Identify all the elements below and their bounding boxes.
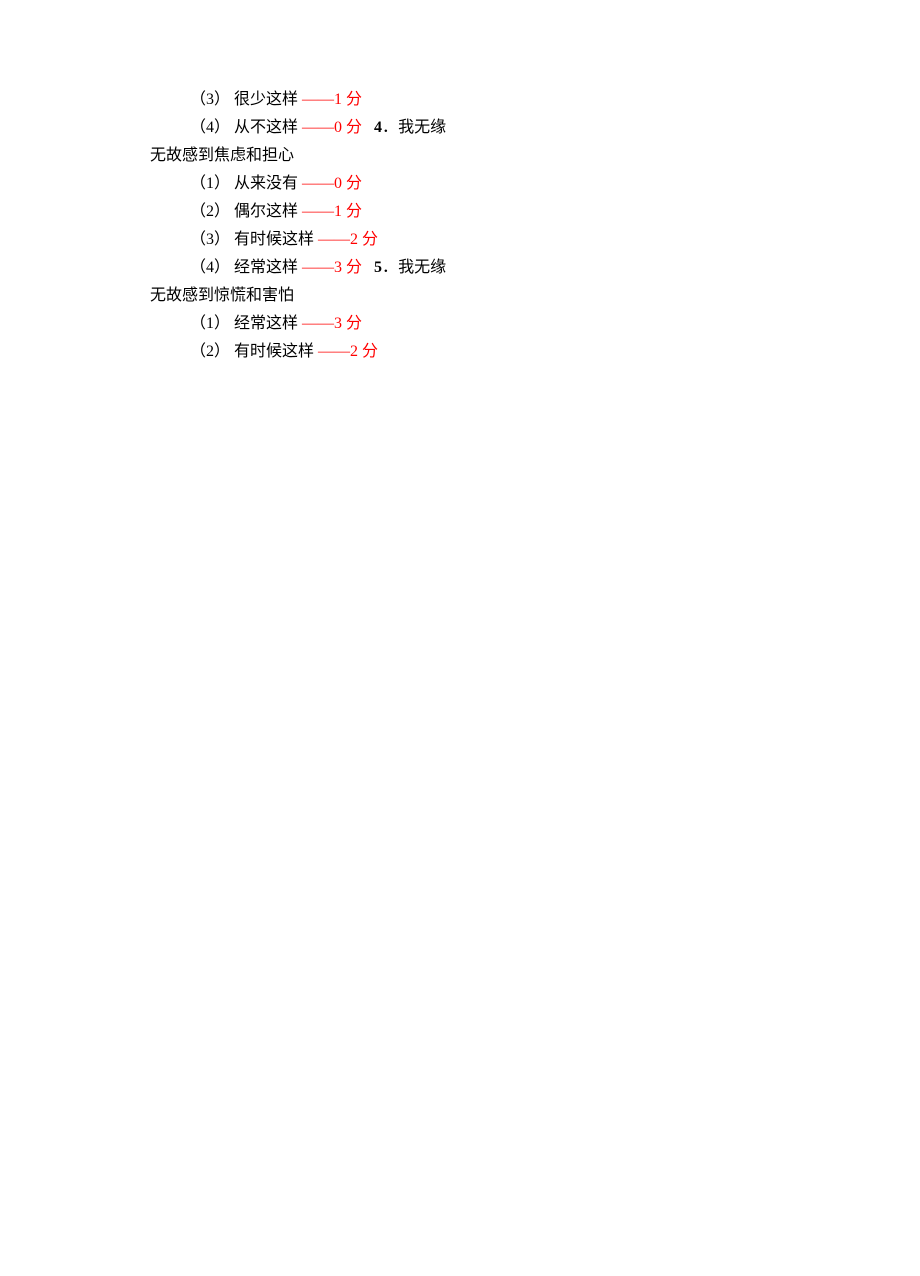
- option-num: （3）: [190, 91, 230, 108]
- option-score: ——3 分: [302, 259, 362, 276]
- option-score: ——0 分: [302, 119, 362, 136]
- option-num: （3）: [190, 231, 230, 248]
- option-score: ——3 分: [302, 315, 362, 332]
- question-wrap: 无故感到惊慌和害怕: [150, 282, 770, 310]
- option-num: （4）: [190, 119, 230, 136]
- question-wrap: 无故感到焦虑和担心: [150, 142, 770, 170]
- document-content: （3） 很少这样 ——1 分 （4） 从不这样 ——0 分 4．我无缘 无故感到…: [0, 86, 920, 366]
- option-score: ——2 分: [318, 343, 378, 360]
- option-line: （2） 偶尔这样 ——1 分: [150, 198, 770, 226]
- option-line: （3） 有时候这样 ——2 分: [150, 226, 770, 254]
- option-text: 经常这样: [234, 315, 298, 332]
- option-line: （4） 经常这样 ——3 分 5．我无缘: [150, 254, 770, 282]
- question-number: 4: [374, 119, 382, 136]
- option-text: 从不这样: [234, 119, 298, 136]
- option-score: ——0 分: [302, 175, 362, 192]
- option-text: 很少这样: [234, 91, 298, 108]
- option-line: （2） 有时候这样 ——2 分: [150, 338, 770, 366]
- option-line: （3） 很少这样 ——1 分: [150, 86, 770, 114]
- option-line: （1） 经常这样 ——3 分: [150, 310, 770, 338]
- option-text: 有时候这样: [234, 343, 314, 360]
- question-text: 我无缘: [398, 119, 446, 136]
- option-score: ——2 分: [318, 231, 378, 248]
- option-line: （1） 从来没有 ——0 分: [150, 170, 770, 198]
- question-text: 我无缘: [398, 259, 446, 276]
- question-number: 5: [374, 259, 382, 276]
- option-text: 偶尔这样: [234, 203, 298, 220]
- inline-question: 4．我无缘: [366, 119, 446, 136]
- option-num: （1）: [190, 175, 230, 192]
- option-line: （4） 从不这样 ——0 分 4．我无缘: [150, 114, 770, 142]
- option-text: 经常这样: [234, 259, 298, 276]
- option-num: （2）: [190, 343, 230, 360]
- inline-question: 5．我无缘: [366, 259, 446, 276]
- option-score: ——1 分: [302, 203, 362, 220]
- option-num: （1）: [190, 315, 230, 332]
- option-text: 有时候这样: [234, 231, 314, 248]
- option-score: ——1 分: [302, 91, 362, 108]
- option-num: （2）: [190, 203, 230, 220]
- option-num: （4）: [190, 259, 230, 276]
- option-text: 从来没有: [234, 175, 298, 192]
